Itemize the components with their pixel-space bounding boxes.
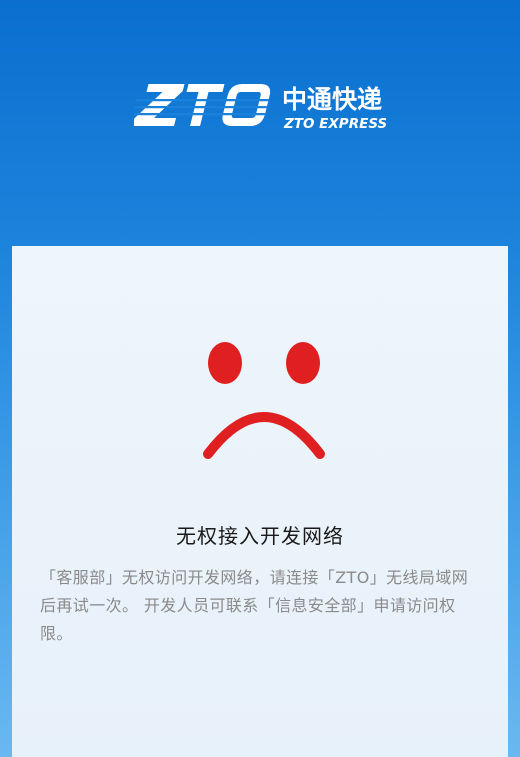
error-panel: 无权接入开发网络 「客服部」无权访问开发网络，请连接「ZTO」无线局域网后再试一… xyxy=(12,246,508,757)
logo-name-cn: 中通快递 xyxy=(282,85,382,114)
right-eye xyxy=(286,342,320,384)
left-eye xyxy=(208,342,242,384)
error-title: 无权接入开发网络 xyxy=(176,524,344,548)
error-message: 「客服部」无权访问开发网络，请连接「ZTO」无线局域网后再试一次。 开发人员可联… xyxy=(40,568,469,643)
frown-mouth xyxy=(203,412,325,459)
zto-logo: 中通快递 ZTO EXPRESS xyxy=(134,78,386,134)
logo-name-en: ZTO EXPRESS xyxy=(283,116,386,132)
access-denied-screen: { "logo": { "mark": "ZTO", "name_cn": "中… xyxy=(0,0,520,757)
sad-face-icon xyxy=(202,340,326,464)
